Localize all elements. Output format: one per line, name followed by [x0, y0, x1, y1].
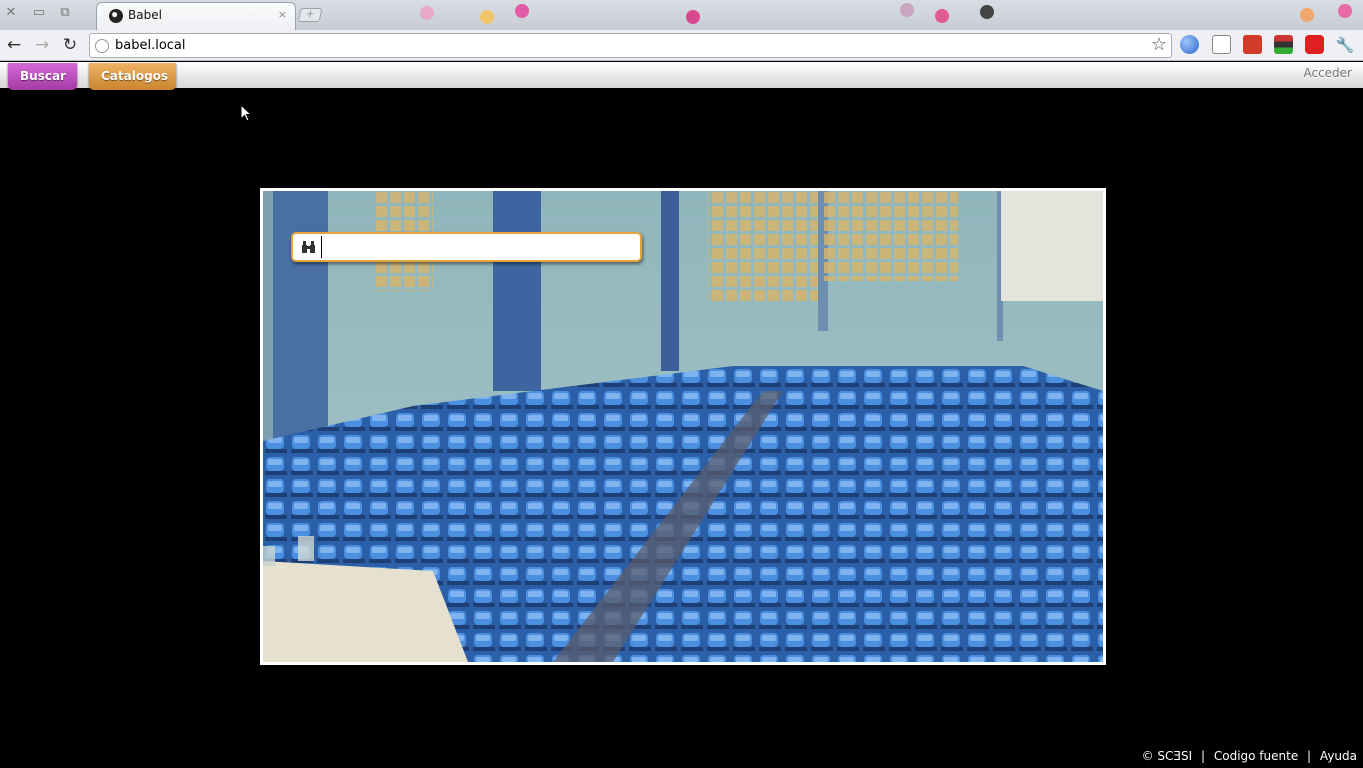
acceder-link[interactable]: Acceder: [1303, 66, 1352, 80]
address-bar-url: babel.local: [115, 38, 186, 53]
copyright-icon: ©: [1141, 749, 1154, 763]
gmail-extension-icon[interactable]: [1212, 35, 1231, 54]
footer-separator: |: [1200, 749, 1206, 763]
page-info-icon[interactable]: [95, 39, 109, 53]
reload-button[interactable]: ↻: [59, 34, 81, 56]
theme-flower-decoration: [1300, 8, 1314, 22]
forward-button[interactable]: →: [31, 34, 53, 56]
binoculars-icon: [302, 241, 315, 253]
new-tab-button[interactable]: +: [297, 8, 323, 22]
theme-flower-decoration: [686, 10, 700, 24]
footer-brand: SCƎSI: [1157, 749, 1193, 763]
search-input[interactable]: [321, 236, 636, 258]
footer: © SCƎSI | Codigo fuente | Ayuda: [1142, 749, 1357, 763]
address-bar[interactable]: babel.local ☆: [89, 33, 1172, 58]
browser-toolbar: ← → ↻ babel.local ☆ 🔧: [0, 30, 1363, 61]
tab-close-icon[interactable]: ×: [278, 8, 287, 21]
search-box[interactable]: [291, 232, 642, 262]
window-minimize-icon[interactable]: ▭: [31, 5, 47, 21]
bookmark-star-icon[interactable]: ☆: [1151, 34, 1167, 55]
back-button[interactable]: ←: [3, 34, 25, 56]
tab-title: Babel: [128, 8, 162, 22]
theme-flower-decoration: [1338, 4, 1352, 18]
feed-extension-icon[interactable]: [1274, 35, 1293, 54]
tab-babel[interactable]: Babel ×: [96, 2, 296, 30]
wrench-menu-icon[interactable]: 🔧: [1334, 34, 1356, 56]
buscar-button[interactable]: Buscar: [8, 63, 77, 90]
window-close-icon[interactable]: ✕: [3, 5, 19, 21]
window-maximize-icon[interactable]: ⧉: [57, 5, 73, 21]
theme-flower-decoration: [480, 10, 494, 24]
browser-tabstrip: ✕ ▭ ⧉ Babel × +: [0, 0, 1363, 30]
theme-flower-decoration: [935, 9, 949, 23]
catalogos-button[interactable]: Catalogos: [89, 63, 176, 90]
source-code-link[interactable]: Codigo fuente: [1214, 749, 1298, 763]
c-extension-icon[interactable]: [1305, 35, 1324, 54]
theme-flower-decoration: [515, 4, 529, 18]
theme-flower-decoration: [980, 5, 994, 19]
app-top-bar: Buscar Catalogos Acceder: [0, 62, 1363, 90]
globe-extension-icon[interactable]: [1180, 35, 1199, 54]
babel-favicon-icon: [109, 9, 123, 23]
theme-flower-decoration: [420, 6, 434, 20]
dictionary-extension-icon[interactable]: [1243, 35, 1262, 54]
help-link[interactable]: Ayuda: [1320, 749, 1357, 763]
footer-separator: |: [1307, 749, 1312, 763]
theme-flower-decoration: [900, 3, 914, 17]
